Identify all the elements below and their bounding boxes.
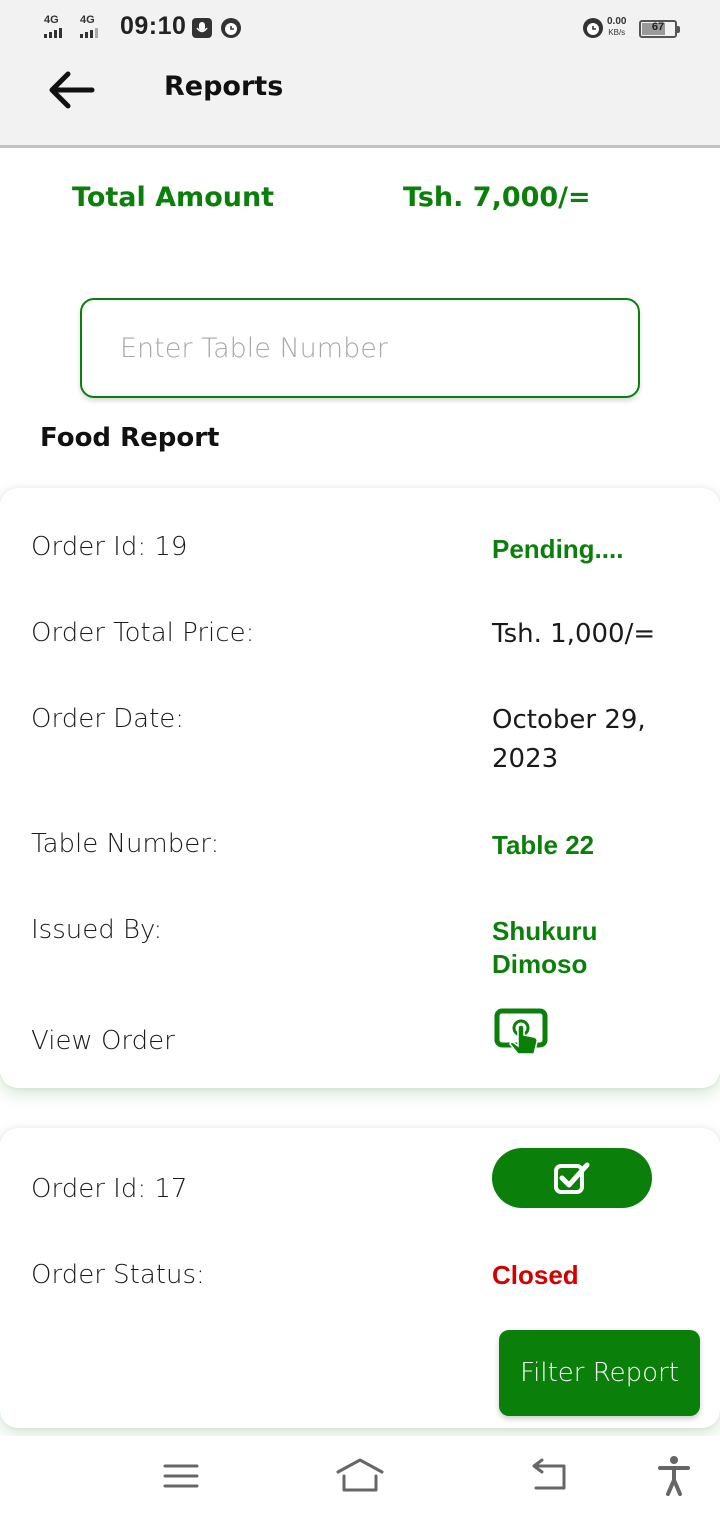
view-order-label: View Order	[31, 1026, 175, 1056]
order-date-label: Order Date:	[31, 704, 185, 734]
back-nav-button[interactable]	[522, 1454, 574, 1498]
order-status-label: Order Status:	[31, 1260, 205, 1290]
order-status-pending: Pending....	[492, 534, 624, 564]
order-date-value: October 29, 2023	[492, 705, 646, 774]
table-number-input[interactable]	[80, 298, 640, 398]
menu-icon	[163, 1464, 199, 1488]
touch-screen-icon	[494, 1008, 548, 1055]
arrow-left-icon	[49, 71, 95, 109]
alarm-icon-right	[583, 18, 603, 38]
network-speed: 0.00 KB/s	[607, 16, 627, 37]
system-nav-bar	[0, 1436, 720, 1520]
order-card: Order Id: 19 Pending.... Order Total Pri…	[0, 488, 720, 1088]
menu-button[interactable]	[155, 1454, 207, 1498]
filter-report-button[interactable]: Filter Report	[499, 1330, 700, 1416]
close-order-button[interactable]	[492, 1148, 652, 1208]
battery-icon: 67	[639, 20, 680, 38]
order-total-price-label: Order Total Price:	[31, 618, 255, 648]
order-id: Order Id: 17	[31, 1174, 188, 1204]
issued-by-value: Shukuru Dimoso	[492, 916, 598, 979]
back-icon	[532, 1458, 566, 1490]
check-square-icon	[554, 1162, 590, 1194]
total-amount-label: Total Amount	[72, 182, 275, 213]
battery-level: 67	[651, 21, 665, 33]
table-number-label: Table Number:	[31, 829, 220, 859]
view-order-button[interactable]	[494, 1008, 550, 1060]
page-title: Reports	[164, 71, 284, 102]
order-id: Order Id: 19	[31, 532, 188, 562]
total-amount-value: Tsh. 7,000/=	[403, 182, 591, 213]
section-title: Food Report	[40, 423, 220, 453]
table-number-value: Table 22	[492, 830, 595, 860]
app-bar: Reports	[0, 56, 720, 148]
back-button[interactable]	[44, 68, 100, 112]
network-type-1: 4G	[44, 14, 59, 26]
home-icon	[336, 1458, 384, 1492]
order-status-closed: Closed	[492, 1260, 579, 1290]
clock: 09:10	[120, 12, 187, 40]
home-button[interactable]	[334, 1454, 386, 1498]
mic-icon	[192, 18, 212, 38]
status-bar: 4G 4G 09:10 0.00 KB/s 67	[0, 0, 720, 56]
issued-by-label: Issued By:	[31, 915, 163, 945]
accessibility-button[interactable]	[648, 1454, 700, 1498]
order-total-price-value: Tsh. 1,000/=	[492, 619, 656, 649]
network-type-2: 4G	[80, 14, 95, 26]
alarm-icon	[221, 18, 241, 38]
accessibility-icon	[658, 1456, 690, 1496]
